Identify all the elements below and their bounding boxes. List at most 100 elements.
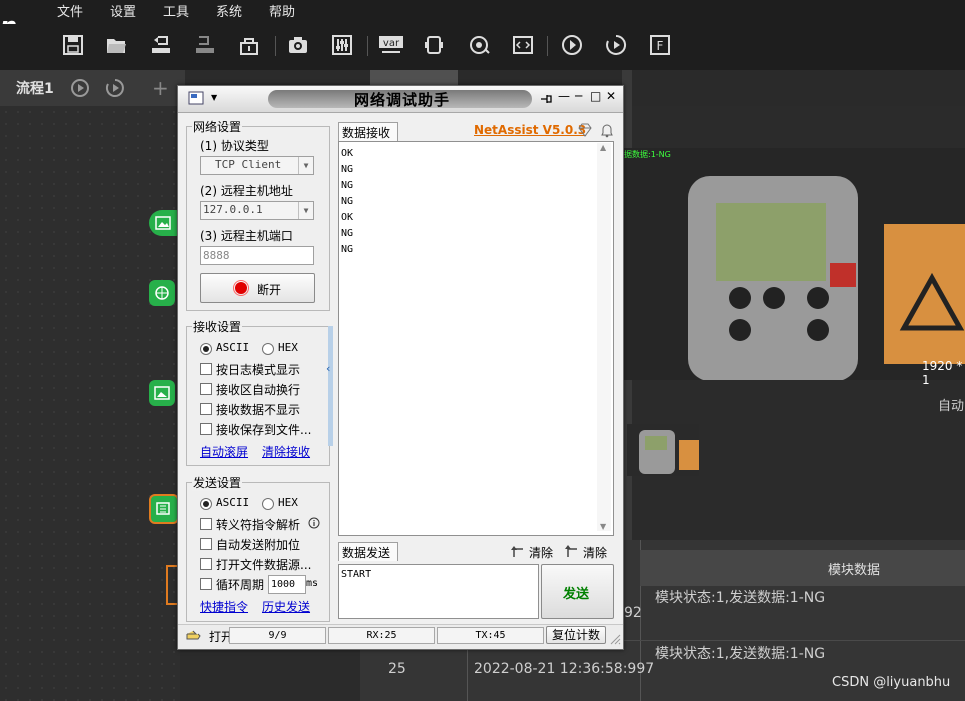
network-node[interactable] — [149, 280, 175, 306]
remote-host-label: (2) 远程主机地址 — [200, 184, 293, 198]
variable-icon[interactable]: var — [378, 34, 404, 56]
column-header-module-data: 模块数据 — [828, 563, 881, 578]
dropdown-arrow-icon[interactable]: ▼ — [211, 93, 217, 102]
info-icon[interactable] — [308, 517, 320, 529]
append-bit-checkbox[interactable] — [200, 538, 212, 550]
menu-settings[interactable]: 设置 — [110, 1, 136, 20]
match-node[interactable] — [149, 380, 175, 406]
app-menu-icon[interactable] — [188, 91, 204, 105]
remote-host-select[interactable]: 127.0.0.1 ▼ — [200, 201, 314, 220]
cycle-period-field[interactable]: 1000 — [268, 575, 306, 594]
menu-system[interactable]: 系统 — [216, 1, 242, 20]
pointing-hand-icon — [186, 630, 201, 640]
tab-data-receive-label: 数据接收 — [342, 126, 391, 140]
flow-loop-icon[interactable] — [105, 78, 125, 98]
shortcut-commands-link[interactable]: 快捷指令 — [200, 598, 248, 615]
maximize-icon[interactable]: □ — [590, 89, 601, 103]
menu-tools[interactable]: 工具 — [163, 1, 189, 20]
watermark: CSDN @liyuanbhu — [832, 675, 951, 690]
clear-send-label[interactable]: 清除 — [583, 544, 607, 561]
pin-icon[interactable] — [540, 93, 552, 105]
adjust-icon[interactable] — [331, 34, 353, 56]
tab-data-receive[interactable]: 数据接收 — [338, 122, 398, 141]
recv-ascii-radio[interactable] — [200, 343, 212, 355]
export-icon[interactable] — [194, 34, 216, 56]
menu-help[interactable]: 帮助 — [269, 1, 295, 20]
run-loop-icon[interactable] — [605, 34, 627, 56]
title-bar[interactable]: ▼ 网络调试助手 — ─ □ ✕ — [178, 86, 623, 113]
clear-receive-link[interactable]: 清除接收 — [262, 443, 310, 460]
add-flow-button[interactable]: + — [152, 76, 169, 100]
toolbar-separator — [547, 36, 548, 56]
collapse-handle[interactable]: ‹ — [326, 326, 333, 446]
send-button[interactable]: 发送 — [541, 564, 614, 619]
clear-history-label[interactable]: 清除 — [529, 544, 553, 561]
escape-parse-label: 转义符指令解析 — [216, 518, 301, 532]
hide-data-checkbox[interactable] — [200, 403, 212, 415]
protocol-select[interactable]: TCP Client ▼ — [200, 156, 314, 175]
receive-textarea[interactable] — [338, 141, 614, 536]
window-title: 网络调试助手 — [354, 91, 451, 109]
chevron-down-icon: ▼ — [600, 522, 607, 531]
restore-icon[interactable]: ─ — [575, 89, 582, 103]
chevron-left-icon: ‹ — [326, 362, 331, 375]
file-source-label: 打开文件数据源... — [216, 558, 312, 572]
table-cell-index: 25 — [388, 661, 406, 677]
chevron-up-icon: ▲ — [600, 143, 607, 152]
camera-image — [622, 148, 965, 380]
red-light-icon — [233, 280, 249, 296]
minimize-icon[interactable]: — — [558, 89, 570, 103]
netassist-window: ▼ 网络调试助手 — ─ □ ✕ 网络设置 (1) 协议类型 TCP Clien… — [177, 85, 624, 650]
clear-send-icon[interactable] — [564, 544, 578, 558]
close-icon[interactable]: ✕ — [606, 89, 616, 103]
function-icon[interactable]: F — [649, 34, 671, 56]
chevron-down-icon: ▼ — [298, 202, 313, 219]
receive-scrollbar[interactable]: ▲ ▼ — [597, 143, 611, 531]
disconnect-button[interactable]: 断开 — [200, 273, 315, 303]
cycle-checkbox[interactable] — [200, 578, 212, 590]
escape-parse-checkbox[interactable] — [200, 518, 212, 530]
send-hex-radio[interactable] — [262, 498, 274, 510]
recv-ascii-label: ASCII — [216, 341, 250, 354]
save-icon[interactable] — [62, 34, 84, 56]
clear-history-icon[interactable] — [511, 544, 525, 558]
resize-grip-icon[interactable] — [609, 633, 621, 645]
auto-wrap-checkbox[interactable] — [200, 383, 212, 395]
image-icon — [155, 216, 171, 230]
run-once-icon[interactable] — [561, 34, 583, 56]
receive-settings-title: 接收设置 — [192, 318, 243, 335]
save-to-file-checkbox[interactable] — [200, 423, 212, 435]
bell-icon[interactable] — [599, 122, 615, 138]
send-textarea[interactable]: START — [338, 564, 539, 619]
remote-port-field[interactable]: 8888 — [200, 246, 314, 265]
lock-icon[interactable] — [238, 34, 260, 56]
device-icon[interactable] — [423, 34, 445, 56]
status-count: 9/9 — [229, 627, 326, 644]
auto-label: 自动 — [938, 399, 965, 414]
flow-tab-title[interactable]: 流程1 — [16, 78, 54, 98]
brand-link[interactable]: NetAssist V5.0.3 — [474, 123, 586, 137]
receive-line: OK — [341, 212, 354, 223]
reset-count-button[interactable]: 复位计数 — [546, 626, 606, 644]
code-icon[interactable] — [512, 34, 534, 56]
disconnect-label: 断开 — [257, 283, 282, 297]
append-bit-label: 自动发送附加位 — [216, 538, 301, 552]
flow-run-icon[interactable] — [70, 78, 90, 98]
file-source-checkbox[interactable] — [200, 558, 212, 570]
send-ascii-radio[interactable] — [200, 498, 212, 510]
send-history-link[interactable]: 历史发送 — [262, 598, 310, 615]
send-text: START — [341, 569, 372, 580]
menu-file[interactable]: 文件 — [57, 1, 83, 20]
open-folder-icon[interactable] — [105, 34, 127, 56]
camera-icon[interactable] — [287, 34, 309, 56]
image-thumbnail[interactable] — [627, 424, 699, 476]
log-mode-checkbox[interactable] — [200, 363, 212, 375]
tab-data-send[interactable]: 数据发送 — [338, 542, 398, 561]
communication-node[interactable] — [149, 494, 179, 524]
refresh-target-icon[interactable] — [468, 34, 490, 56]
remote-port-label: (3) 远程主机端口 — [200, 229, 293, 243]
diamond-icon[interactable] — [577, 123, 593, 137]
auto-scroll-link[interactable]: 自动滚屏 — [200, 443, 248, 460]
import-icon[interactable] — [150, 34, 172, 56]
recv-hex-radio[interactable] — [262, 343, 274, 355]
